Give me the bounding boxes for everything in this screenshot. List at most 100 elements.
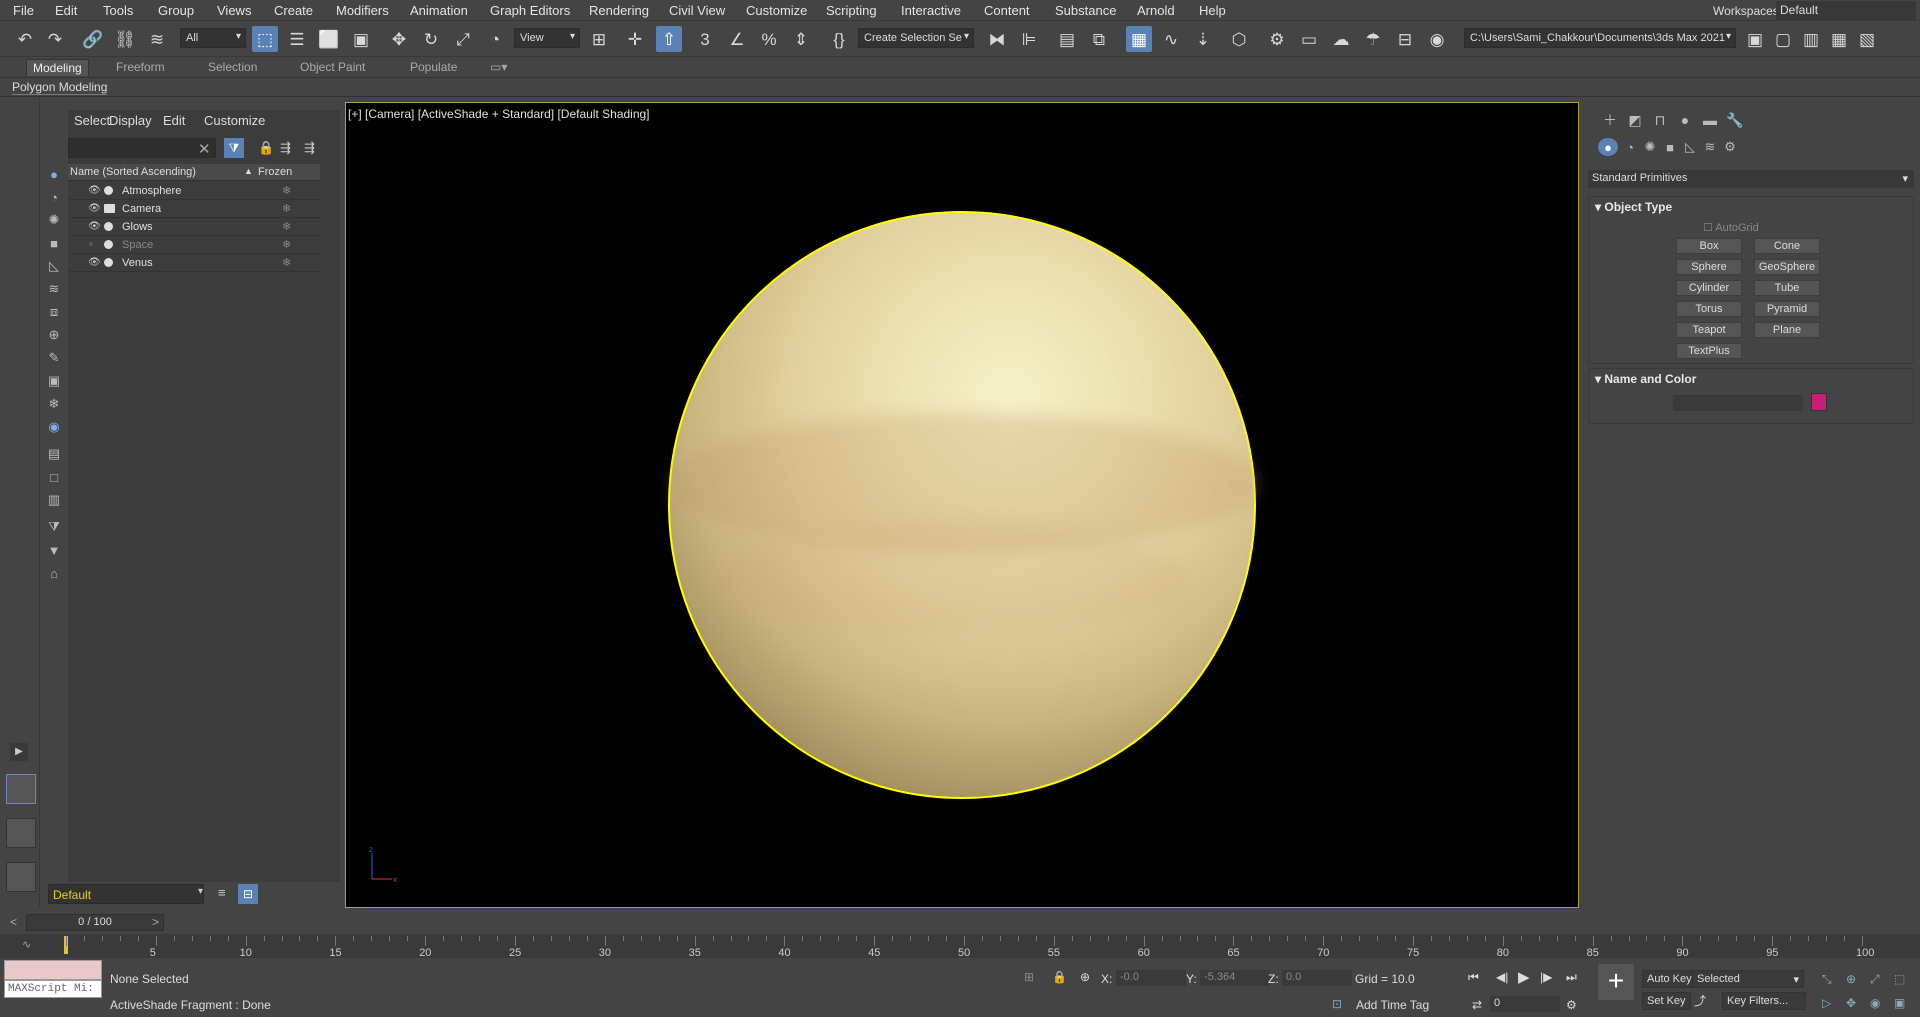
eye-icon[interactable]: 👁 xyxy=(88,221,101,232)
tab-selection[interactable]: Selection xyxy=(202,59,263,76)
link-icon[interactable]: 🔗 xyxy=(80,26,106,52)
menu-help[interactable]: Help xyxy=(1199,3,1226,18)
spacewarps-category-icon[interactable]: ≋ xyxy=(1700,138,1720,156)
y-coordinate-field[interactable]: -5.364 xyxy=(1200,970,1270,986)
recent-folder-icon[interactable]: ▦ xyxy=(1826,26,1852,52)
time-config-icon[interactable]: ⚙ xyxy=(1566,998,1577,1012)
blender-logo-icon[interactable]: ◉ xyxy=(1424,26,1450,52)
freeze-icon[interactable]: ❄ xyxy=(282,220,291,233)
explorer-menu-edit[interactable]: Edit xyxy=(163,113,185,128)
go-to-end-icon[interactable]: ⏭ xyxy=(1566,970,1577,985)
render-setup-icon[interactable]: ⚙ xyxy=(1264,26,1290,52)
hierarchy-tab-icon[interactable]: ⊓ xyxy=(1649,110,1671,130)
menu-edit[interactable]: Edit xyxy=(55,3,77,18)
menu-group[interactable]: Group xyxy=(158,3,194,18)
scene-explorer-toggle-icon[interactable]: ▤ xyxy=(1054,26,1080,52)
project-folder-icon[interactable]: ▣ xyxy=(1742,26,1768,52)
bones-filter-icon[interactable]: ✎ xyxy=(44,348,64,368)
camera-viewport[interactable]: [+] [Camera] [ActiveShade + Standard] [D… xyxy=(345,102,1579,908)
chevron-down-icon[interactable]: ▾ xyxy=(198,886,203,897)
zoom-extents-icon[interactable]: ⤡ xyxy=(1822,972,1832,987)
explorer-row[interactable]: 👁 Camera ❄ xyxy=(68,200,320,218)
helpers-category-icon[interactable]: ◺ xyxy=(1680,138,1700,156)
column-name-header[interactable]: Name (Sorted Ascending) xyxy=(70,166,196,178)
menu-graph-editors[interactable]: Graph Editors xyxy=(490,3,570,18)
box-button[interactable]: Box xyxy=(1676,238,1742,254)
freeze-icon[interactable]: ❄ xyxy=(282,202,291,215)
angle-snap-icon[interactable]: ∠ xyxy=(724,26,750,52)
helpers-filter-icon[interactable]: ◺ xyxy=(44,256,64,276)
menu-arnold[interactable]: Arnold xyxy=(1137,3,1175,18)
open-folder-icon[interactable]: ▢ xyxy=(1770,26,1796,52)
lights-category-icon[interactable]: ✺ xyxy=(1640,138,1660,156)
spacewarps-filter-icon[interactable]: ≋ xyxy=(44,279,64,299)
menu-create[interactable]: Create xyxy=(274,3,313,18)
explorer-menu-select[interactable]: Select xyxy=(74,113,110,128)
unlink-icon[interactable]: ⛓ xyxy=(112,26,138,52)
z-coordinate-field[interactable]: 0.0 xyxy=(1282,970,1352,986)
freeze-icon[interactable]: ❄ xyxy=(282,238,291,251)
explorer-row[interactable]: 👁 Glows ❄ xyxy=(68,218,320,236)
filter-toggle-icon[interactable]: ⧩ xyxy=(224,138,244,158)
absolute-mode-icon[interactable]: ⊕ xyxy=(1080,970,1090,984)
menu-substance[interactable]: Substance xyxy=(1055,3,1116,18)
snaps-toggle-icon[interactable]: 3 xyxy=(692,26,718,52)
expand-layout-icon[interactable]: ▶ xyxy=(10,743,28,761)
reference-coordinate-dropdown[interactable]: View xyxy=(514,28,580,48)
freeze-icon[interactable]: ❄ xyxy=(282,184,291,197)
sort-by-hierarchy-icon[interactable]: ⊟ xyxy=(238,884,258,904)
menu-modifiers[interactable]: Modifiers xyxy=(336,3,389,18)
eye-icon[interactable]: 👁 xyxy=(88,257,101,268)
orbit-icon[interactable]: ◉ xyxy=(1870,996,1880,1010)
menu-file[interactable]: File xyxy=(13,3,34,18)
render-production-icon[interactable]: ☁ xyxy=(1328,26,1354,52)
go-to-start-icon[interactable]: ⏮ xyxy=(1468,970,1479,985)
next-frame-icon[interactable]: |▶ xyxy=(1540,970,1552,984)
viewport-label[interactable]: [+] [Camera] [ActiveShade + Standard] [D… xyxy=(348,107,650,121)
funnel-tools-icon[interactable]: ⧩ xyxy=(44,517,64,537)
layer-dropdown[interactable]: Default xyxy=(48,884,204,904)
menu-rendering[interactable]: Rendering xyxy=(589,3,649,18)
object-type-title[interactable]: ▾ Object Type xyxy=(1595,200,1672,214)
auto-key-button[interactable]: Auto Key xyxy=(1642,970,1697,988)
explorer-menu-display[interactable]: Display xyxy=(109,113,152,128)
redo-icon[interactable]: ↷ xyxy=(42,26,68,52)
move-icon[interactable]: ✥ xyxy=(386,26,412,52)
autogrid-checkbox[interactable]: ☐ AutoGrid xyxy=(1703,221,1759,234)
layout-tab-3[interactable] xyxy=(6,862,36,892)
pyramid-button[interactable]: Pyramid xyxy=(1754,301,1820,317)
teapot-button[interactable]: Teapot xyxy=(1676,322,1742,338)
zoom-all-icon[interactable]: ⤢ xyxy=(1870,972,1880,987)
frozen-filter-icon[interactable]: ❄ xyxy=(44,394,64,414)
curve-editor-icon[interactable]: ∿ xyxy=(1158,26,1184,52)
spinner-snap-icon[interactable]: ⇕ xyxy=(788,26,814,52)
menu-content[interactable]: Content xyxy=(984,3,1030,18)
maxscript-mini-listener[interactable]: MAXScript Mi: xyxy=(4,980,102,998)
render-activeshade-icon[interactable]: ☂ xyxy=(1360,26,1386,52)
textplus-button[interactable]: TextPlus xyxy=(1676,343,1742,359)
zoom-icon[interactable]: ⊕ xyxy=(1846,972,1856,986)
x-coordinate-field[interactable]: -0.0 xyxy=(1116,970,1186,986)
groups-filter-icon[interactable]: ⧈ xyxy=(44,302,64,322)
sphere-button[interactable]: Sphere xyxy=(1676,259,1742,275)
camera-icon[interactable] xyxy=(104,204,115,213)
layer-explorer-icon[interactable]: ⧉ xyxy=(1086,26,1112,52)
material-editor-icon[interactable]: ⬡ xyxy=(1226,26,1252,52)
freeze-icon[interactable]: ❄ xyxy=(282,256,291,269)
name-and-color-title[interactable]: ▾ Name and Color xyxy=(1595,372,1696,386)
polygon-modeling-panel[interactable]: Polygon Modeling xyxy=(12,80,108,95)
object-name-field[interactable] xyxy=(1673,395,1803,411)
render-dot-icon[interactable] xyxy=(104,186,113,195)
display-invert-icon[interactable]: ▥ xyxy=(44,490,64,510)
eye-hidden-icon[interactable]: ● xyxy=(88,239,100,250)
display-all-icon[interactable]: ▤ xyxy=(44,444,64,464)
set-key-button[interactable]: Set Key xyxy=(1642,992,1691,1010)
scene-layer-icon[interactable]: ⌂ xyxy=(44,563,64,583)
explorer-menu-customize[interactable]: Customize xyxy=(204,113,265,128)
xrefs-filter-icon[interactable]: ⊕ xyxy=(44,325,64,345)
align-icon[interactable]: ⊫ xyxy=(1016,26,1042,52)
cylinder-button[interactable]: Cylinder xyxy=(1676,280,1742,296)
prev-frame-icon[interactable]: < xyxy=(10,915,17,929)
select-object-icon[interactable]: ⬚ xyxy=(252,26,278,52)
cone-button[interactable]: Cone xyxy=(1754,238,1820,254)
